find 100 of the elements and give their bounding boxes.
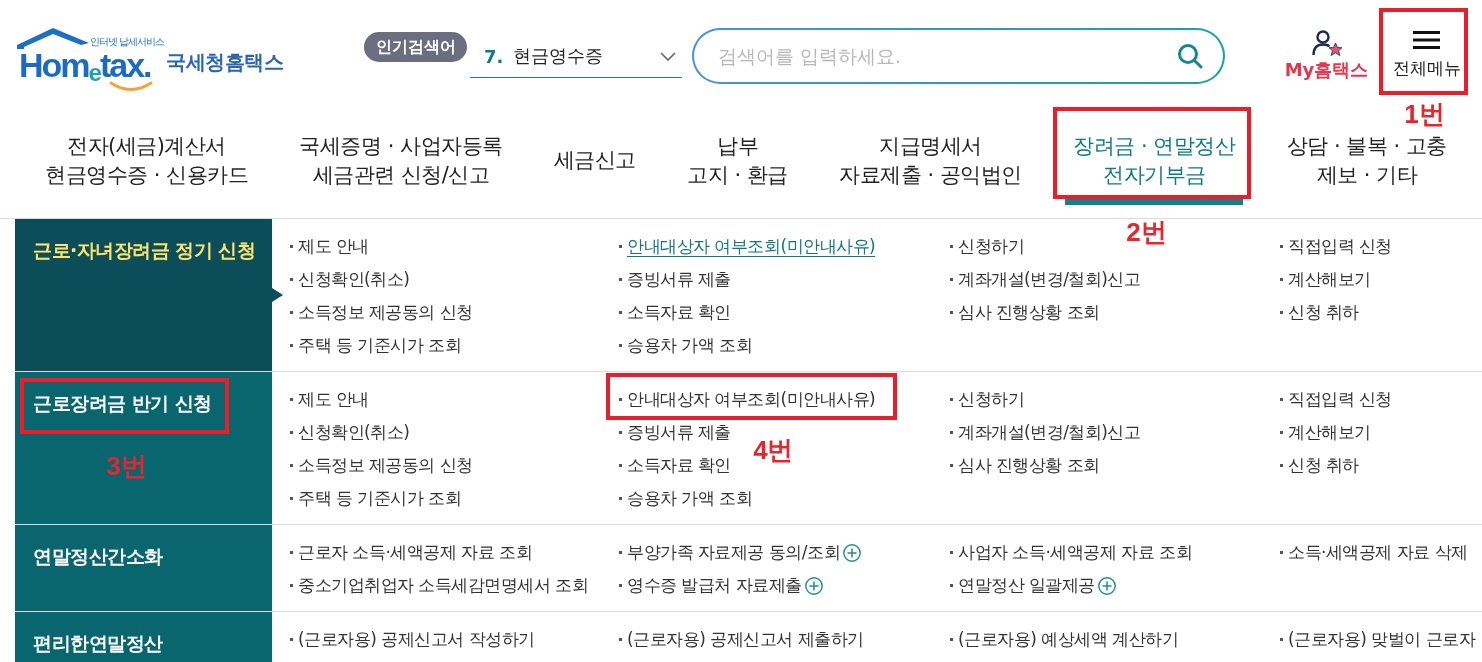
bullet-icon (290, 311, 293, 314)
menu-link[interactable]: (근로자용) 공제신고서 작성하기 (298, 628, 535, 651)
category-title[interactable]: 근로장려금 반기 신청 (33, 391, 212, 415)
bullet-icon (290, 584, 293, 587)
menu-link[interactable]: 소득정보 제공동의 신청 (298, 454, 473, 477)
menu-link[interactable]: 소득자료 확인 (627, 454, 731, 477)
search-field[interactable]: 검색어를 입력하세요. (692, 28, 1225, 84)
bullet-icon (1280, 311, 1283, 314)
bullet-icon (619, 278, 622, 281)
menu-link[interactable]: 안내대상자 여부조회(미안내사유) (627, 235, 876, 258)
nav-tab[interactable]: 지급명세서 자료제출 · 공익법인 (831, 122, 1030, 205)
bullet-icon (950, 311, 953, 314)
menu-link[interactable]: 소득·세액공제 자료 삭제 (1288, 541, 1468, 564)
menu-link[interactable]: 계좌개설(변경/철회)신고 (958, 268, 1141, 291)
bullet-icon (1280, 638, 1283, 641)
logo-wordmark: Hom$_{e}$tax. (19, 49, 151, 81)
bullet-icon (290, 344, 293, 347)
menu-link[interactable]: 승용차 가액 조회 (627, 334, 753, 357)
menu-link[interactable]: 소득자료 확인 (627, 301, 731, 324)
annotation-label: 3번 (106, 451, 147, 481)
menu-link[interactable]: 신청 취하 (1288, 454, 1359, 477)
menu-link[interactable]: 주택 등 기준시가 조회 (298, 334, 462, 357)
bullet-icon (290, 431, 293, 434)
rank-number: 7. (484, 45, 504, 67)
menu-link[interactable]: 소득정보 제공동의 신청 (298, 301, 473, 324)
bullet-icon (1280, 431, 1283, 434)
category-title[interactable]: 근로·자녀장려금 정기 신청 (33, 238, 256, 262)
menu-link[interactable]: 연말정산 일괄제공 (958, 574, 1095, 597)
bullet-icon (619, 464, 622, 467)
menu-link[interactable]: 사업자 소득·세액공제 자료 조회 (958, 541, 1193, 564)
category-title[interactable]: 연말정산간소화 (33, 544, 163, 568)
bullet-icon (619, 245, 622, 248)
bullet-icon (290, 245, 293, 248)
bullet-icon (950, 638, 953, 641)
annotation-label: 4번 (753, 435, 793, 465)
keyword-text: 현금영수증 (513, 44, 604, 68)
menu-link[interactable]: 증빙서류 제출 (627, 421, 731, 444)
menu-link[interactable]: 계산해보기 (1288, 421, 1371, 444)
menu-link[interactable]: 부양가족 자료제공 동의/조회 (627, 541, 841, 564)
menu-link[interactable]: 중소기업취업자 소득세감면명세서 조회 (298, 574, 589, 597)
menu-link[interactable]: 증빙서류 제출 (627, 268, 731, 291)
bullet-icon (1280, 398, 1283, 401)
nav-tab[interactable]: 세금신고 (545, 122, 644, 205)
menu-link[interactable]: 신청하기 (958, 388, 1024, 411)
bullet-icon (619, 551, 622, 554)
bullet-icon (950, 398, 953, 401)
annotation-label: 1번 (1404, 99, 1445, 129)
menu-link[interactable]: 영수증 발급처 자료제출 (627, 574, 802, 597)
menu-link[interactable]: 신청하기 (958, 235, 1024, 258)
menu-link[interactable]: 안내대상자 여부조회(미안내사유) (627, 388, 876, 411)
chevron-down-icon (660, 51, 676, 61)
menu-link[interactable]: 신청 취하 (1288, 301, 1359, 324)
nav-tab[interactable]: 장려금 · 연말정산 전자기부금 (1065, 122, 1244, 205)
bullet-icon (950, 551, 953, 554)
menu-link[interactable]: 계좌개설(변경/철회)신고 (958, 421, 1141, 444)
menu-link[interactable]: 승용차 가액 조회 (627, 487, 753, 510)
menu-link[interactable]: 제도 안내 (298, 235, 369, 258)
bullet-icon (619, 398, 622, 401)
bullet-icon (290, 638, 293, 641)
menu-link[interactable]: (근로자용) 맞벌이 근로자 (1288, 628, 1476, 651)
menu-link[interactable]: 주택 등 기준시가 조회 (298, 487, 462, 510)
menu-link[interactable]: 직접입력 신청 (1288, 235, 1392, 258)
nav-tab[interactable]: 납부 고지 · 환급 (679, 122, 796, 205)
search-icon[interactable] (1177, 43, 1203, 69)
person-star-icon (1311, 30, 1342, 56)
plus-circle-icon[interactable] (804, 576, 823, 595)
menu-link[interactable]: 심사 진행상황 조회 (958, 454, 1100, 477)
bullet-icon (950, 431, 953, 434)
bullet-icon (619, 311, 622, 314)
bullet-icon (950, 245, 953, 248)
menu-link[interactable]: 계산해보기 (1288, 268, 1371, 291)
nav-tab[interactable]: 국세증명 · 사업자등록 세금관련 신청/신고 (291, 122, 511, 205)
house-roof-icon (17, 28, 89, 49)
popular-search-dropdown[interactable]: 7. 현금영수증 (470, 35, 682, 78)
menu-link[interactable]: 직접입력 신청 (1288, 388, 1392, 411)
menu-link[interactable]: (근로자용) 예상세액 계산하기 (958, 628, 1179, 651)
full-menu-button[interactable]: 전체메뉴 (1388, 30, 1465, 79)
bullet-icon (1280, 551, 1283, 554)
annotation-label: 2번 (1126, 217, 1167, 247)
bullet-icon (1280, 464, 1283, 467)
category-title[interactable]: 편리한연말정산 (33, 631, 163, 655)
menu-link[interactable]: 제도 안내 (298, 388, 369, 411)
popular-search-badge: 인기검색어 (364, 32, 467, 62)
menu-link[interactable]: (근로자용) 공제신고서 제출하기 (627, 628, 864, 651)
bullet-icon (619, 344, 622, 347)
bullet-icon (290, 398, 293, 401)
menu-link[interactable]: 신청확인(취소) (298, 421, 410, 444)
nav-tab[interactable]: 전자(세금)계산서 현금영수증 · 신용카드 (37, 122, 257, 205)
menu-link[interactable]: 근로자 소득·세액공제 자료 조회 (298, 541, 533, 564)
menu-link[interactable]: 신청확인(취소) (298, 268, 410, 291)
smile-arc-icon (109, 81, 153, 91)
bullet-icon (619, 497, 622, 500)
bullet-icon (1280, 278, 1283, 281)
plus-circle-icon[interactable] (843, 543, 862, 562)
bullet-icon (950, 464, 953, 467)
logo-title: 국세청홈택스 (166, 50, 283, 74)
my-hometax-link[interactable]: My홈택스 (1283, 30, 1370, 81)
menu-icon (1413, 31, 1440, 49)
menu-link[interactable]: 심사 진행상황 조회 (958, 301, 1100, 324)
plus-circle-icon[interactable] (1097, 576, 1116, 595)
